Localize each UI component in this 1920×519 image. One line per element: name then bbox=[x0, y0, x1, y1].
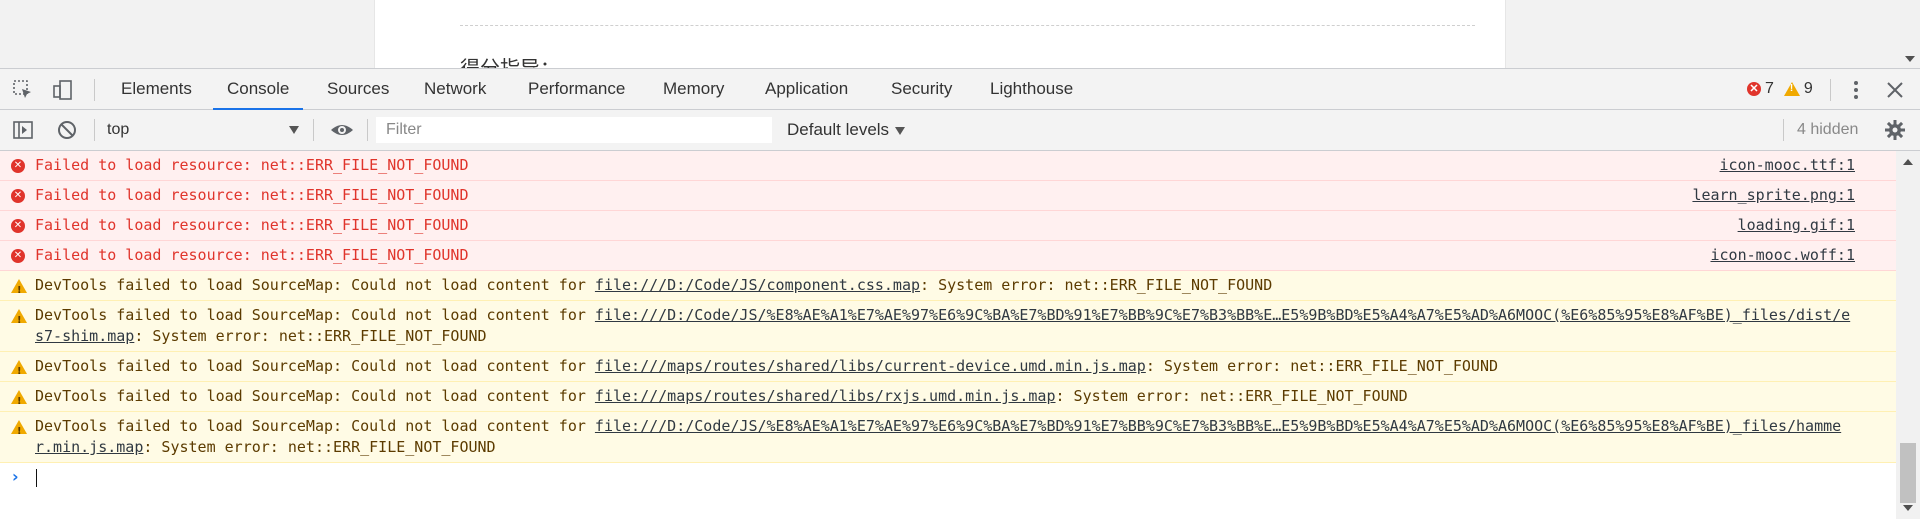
toolbar-separator bbox=[1783, 119, 1784, 141]
console-warning-message[interactable]: DevTools failed to load SourceMap: Could… bbox=[0, 301, 1896, 352]
sourcemap-link[interactable]: file:///maps/routes/shared/libs/current-… bbox=[595, 357, 1146, 375]
console-error-message[interactable]: ✕ Failed to load resource: net::ERR_FILE… bbox=[0, 151, 1896, 181]
issue-counts[interactable]: ✕ 7 9 bbox=[1747, 69, 1813, 109]
devtools-panel: Elements Console Sources Network Perform… bbox=[0, 68, 1920, 519]
page-heading: 得分指导： bbox=[460, 56, 560, 68]
console-warning-message[interactable]: DevTools failed to load SourceMap: Could… bbox=[0, 271, 1896, 301]
warning-count-icon bbox=[1783, 82, 1800, 96]
console-warning-message[interactable]: DevTools failed to load SourceMap: Could… bbox=[0, 382, 1896, 412]
console-error-message[interactable]: ✕ Failed to load resource: net::ERR_FILE… bbox=[0, 211, 1896, 241]
error-icon: ✕ bbox=[11, 249, 25, 263]
eye-icon[interactable] bbox=[330, 119, 353, 141]
console-warning-message[interactable]: DevTools failed to load SourceMap: Could… bbox=[0, 412, 1896, 463]
error-icon: ✕ bbox=[11, 159, 25, 173]
page-viewport: 得分指导： bbox=[0, 0, 1920, 68]
context-selector[interactable]: top bbox=[107, 118, 303, 142]
warning-icon bbox=[11, 309, 27, 331]
scroll-up-arrow-icon[interactable] bbox=[1903, 159, 1913, 165]
prompt-chevron-icon: › bbox=[12, 467, 19, 486]
clear-console-icon[interactable] bbox=[56, 119, 78, 141]
warning-count: 9 bbox=[1803, 80, 1813, 97]
message-text: Failed to load resource: net::ERR_FILE_N… bbox=[35, 186, 469, 204]
page-divider bbox=[460, 25, 1475, 26]
message-source-link[interactable]: loading.gif:1 bbox=[1738, 215, 1855, 236]
error-count-icon: ✕ bbox=[1747, 82, 1761, 96]
tab-network[interactable]: Network bbox=[424, 69, 486, 109]
dropdown-caret-icon bbox=[895, 126, 906, 135]
message-text: Failed to load resource: net::ERR_FILE_N… bbox=[35, 156, 469, 174]
error-count: 7 bbox=[1765, 80, 1774, 97]
message-source-link[interactable]: icon-mooc.ttf:1 bbox=[1720, 155, 1855, 176]
hidden-messages-count: 4 hidden bbox=[1797, 121, 1859, 138]
text-cursor bbox=[36, 469, 37, 487]
sidebar-toggle-icon[interactable] bbox=[12, 119, 34, 141]
message-text: DevTools failed to load SourceMap: Could… bbox=[35, 357, 595, 375]
log-levels-dropdown[interactable]: Default levels bbox=[787, 110, 906, 150]
console-error-message[interactable]: ✕ Failed to load resource: net::ERR_FILE… bbox=[0, 241, 1896, 271]
message-source-link[interactable]: learn_sprite.png:1 bbox=[1692, 185, 1855, 206]
error-icon: ✕ bbox=[11, 189, 25, 203]
dropdown-caret-icon bbox=[289, 126, 299, 134]
devtools-tabbar: Elements Console Sources Network Perform… bbox=[0, 69, 1920, 110]
toolbar-separator bbox=[1830, 79, 1831, 101]
log-levels-label: Default levels bbox=[787, 120, 890, 139]
scroll-down-arrow-icon[interactable] bbox=[1905, 56, 1915, 62]
scroll-down-arrow-icon[interactable] bbox=[1903, 505, 1913, 511]
more-vertical-icon[interactable] bbox=[1845, 79, 1867, 101]
page-scrollbar[interactable] bbox=[1900, 0, 1920, 68]
tab-console[interactable]: Console bbox=[212, 69, 304, 110]
message-text: : System error: net::ERR_FILE_NOT_FOUND bbox=[1145, 357, 1499, 375]
message-text: DevTools failed to load SourceMap: Could… bbox=[35, 387, 595, 405]
error-icon: ✕ bbox=[11, 219, 25, 233]
tab-application[interactable]: Application bbox=[765, 69, 848, 109]
warning-icon bbox=[11, 279, 27, 301]
page-content: 得分指导： bbox=[374, 0, 1506, 68]
console-prompt[interactable]: › bbox=[0, 463, 1896, 493]
filter-input[interactable] bbox=[376, 117, 772, 143]
tab-security[interactable]: Security bbox=[891, 69, 952, 109]
console-error-message[interactable]: ✕ Failed to load resource: net::ERR_FILE… bbox=[0, 181, 1896, 211]
toolbar-separator bbox=[367, 119, 368, 141]
toolbar-separator bbox=[94, 119, 95, 141]
context-selector-value: top bbox=[107, 121, 130, 138]
message-text: DevTools failed to load SourceMap: Could… bbox=[35, 417, 595, 435]
close-icon[interactable] bbox=[1884, 79, 1906, 101]
tab-performance[interactable]: Performance bbox=[528, 69, 625, 109]
tab-memory[interactable]: Memory bbox=[663, 69, 724, 109]
message-source-link[interactable]: icon-mooc.woff:1 bbox=[1711, 245, 1856, 266]
toolbar-separator bbox=[313, 119, 314, 141]
tab-lighthouse[interactable]: Lighthouse bbox=[990, 69, 1073, 109]
console-scrollbar[interactable] bbox=[1896, 151, 1920, 519]
warning-icon bbox=[11, 420, 27, 442]
tab-sources[interactable]: Sources bbox=[327, 69, 389, 109]
message-text: Failed to load resource: net::ERR_FILE_N… bbox=[35, 246, 469, 264]
message-text: : System error: net::ERR_FILE_NOT_FOUND bbox=[920, 276, 1273, 294]
message-text: DevTools failed to load SourceMap: Could… bbox=[35, 306, 595, 324]
toolbar-separator bbox=[94, 79, 95, 101]
settings-gear-icon[interactable] bbox=[1884, 119, 1906, 141]
sourcemap-link[interactable]: file:///D:/Code/JS/component.css.map bbox=[595, 276, 920, 294]
device-toolbar-icon[interactable] bbox=[52, 79, 74, 101]
console-toolbar: top Default levels 4 hidden bbox=[0, 110, 1920, 151]
warning-icon bbox=[11, 390, 27, 412]
scrollbar-thumb[interactable] bbox=[1900, 443, 1916, 503]
message-text: : System error: net::ERR_FILE_NOT_FOUND bbox=[1055, 387, 1408, 405]
message-text: : System error: net::ERR_FILE_NOT_FOUND bbox=[143, 438, 496, 456]
message-text: : System error: net::ERR_FILE_NOT_FOUND bbox=[134, 327, 487, 345]
console-messages: ✕ Failed to load resource: net::ERR_FILE… bbox=[0, 151, 1896, 519]
sourcemap-link[interactable]: file:///maps/routes/shared/libs/rxjs.umd… bbox=[595, 387, 1056, 405]
console-warning-message[interactable]: DevTools failed to load SourceMap: Could… bbox=[0, 352, 1896, 382]
message-text: Failed to load resource: net::ERR_FILE_N… bbox=[35, 216, 469, 234]
inspect-icon[interactable] bbox=[12, 79, 34, 101]
tab-elements[interactable]: Elements bbox=[121, 69, 192, 109]
message-text: DevTools failed to load SourceMap: Could… bbox=[35, 276, 595, 294]
warning-icon bbox=[11, 360, 27, 382]
